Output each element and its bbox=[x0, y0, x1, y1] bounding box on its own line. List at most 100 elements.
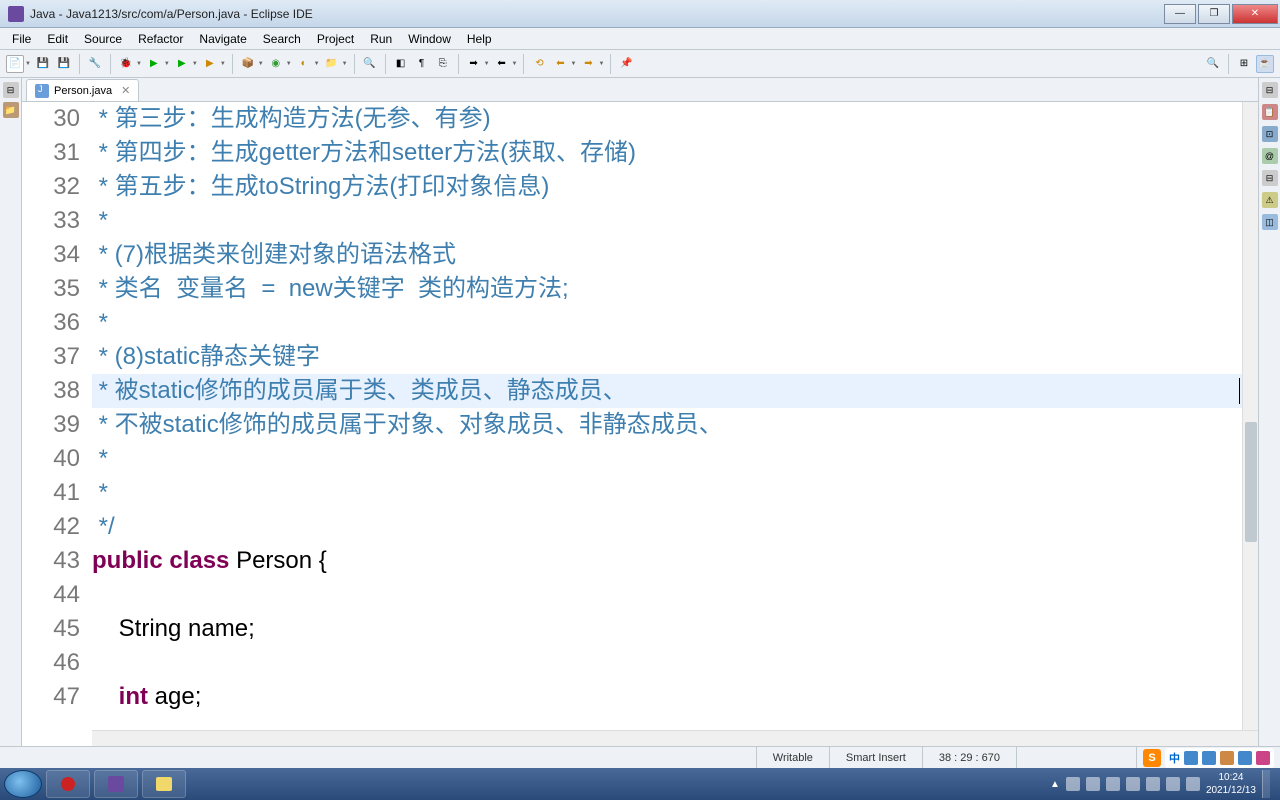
code-line[interactable]: * bbox=[92, 476, 1242, 510]
tray-expand-icon[interactable]: ▲ bbox=[1050, 779, 1060, 790]
code-line[interactable]: * 第五步：生成toString方法(打印对象信息) bbox=[92, 170, 1242, 204]
tray-icon-7[interactable] bbox=[1186, 777, 1200, 791]
code-line[interactable]: * 被static修饰的成员属于类、类成员、静态成员、 bbox=[92, 374, 1242, 408]
code-line[interactable]: public class Person { bbox=[92, 544, 1242, 578]
code-line[interactable]: int age; bbox=[92, 680, 1242, 714]
back-button[interactable]: ⬅ bbox=[551, 55, 569, 73]
code-line[interactable]: * 类名 变量名 = new关键字 类的构造方法; bbox=[92, 272, 1242, 306]
new-class-button[interactable]: ◉ bbox=[267, 55, 285, 73]
ime-punct-icon[interactable] bbox=[1184, 751, 1198, 765]
prev-annotation-button[interactable]: ⬅ bbox=[493, 55, 511, 73]
code-content[interactable]: * 第三步：生成构造方法(无参、有参) * 第四步：生成getter方法和set… bbox=[92, 102, 1242, 730]
menu-window[interactable]: Window bbox=[400, 30, 459, 48]
taskbar-clock[interactable]: 10:24 2021/12/13 bbox=[1206, 771, 1256, 797]
tray-icon-2[interactable] bbox=[1086, 777, 1100, 791]
tray-icon-5[interactable] bbox=[1146, 777, 1160, 791]
open-perspective-button[interactable]: ⊞ bbox=[1235, 55, 1253, 73]
code-line[interactable]: String name; bbox=[92, 612, 1242, 646]
coverage-button[interactable]: ▶ bbox=[173, 55, 191, 73]
tray-icon-6[interactable] bbox=[1166, 777, 1180, 791]
tray-icon-1[interactable] bbox=[1066, 777, 1080, 791]
toggle-mark-button[interactable]: ◧ bbox=[392, 55, 410, 73]
run-button[interactable]: ▶ bbox=[145, 55, 163, 73]
menu-source[interactable]: Source bbox=[76, 30, 130, 48]
save-button[interactable]: 💾 bbox=[34, 55, 52, 73]
code-editor[interactable]: 303132333435363738394041424344454647 * 第… bbox=[22, 102, 1258, 730]
run-last-button[interactable]: ▶ bbox=[201, 55, 219, 73]
ime-lang-label: 中 bbox=[1169, 750, 1180, 766]
new-button[interactable]: 📄 bbox=[6, 55, 24, 73]
tray-icon-4[interactable] bbox=[1126, 777, 1140, 791]
horizontal-scrollbar[interactable] bbox=[92, 730, 1258, 746]
minimize-right-icon[interactable]: ⊟ bbox=[1262, 170, 1278, 186]
ime-keyboard-icon[interactable] bbox=[1220, 751, 1234, 765]
taskbar-eclipse-button[interactable] bbox=[94, 770, 138, 798]
show-desktop-button[interactable] bbox=[1262, 770, 1270, 798]
tab-close-icon[interactable]: ✕ bbox=[121, 84, 130, 97]
menu-edit[interactable]: Edit bbox=[39, 30, 76, 48]
menu-project[interactable]: Project bbox=[309, 30, 362, 48]
code-line[interactable]: * 不被static修饰的成员属于对象、对象成员、非静态成员、 bbox=[92, 408, 1242, 442]
workspace: ⊟ 📁 Person.java ✕ 3031323334353637383940… bbox=[0, 78, 1280, 746]
outline-overview-icon[interactable]: ⊡ bbox=[1262, 126, 1278, 142]
menu-run[interactable]: Run bbox=[362, 30, 400, 48]
status-insert-mode: Smart Insert bbox=[829, 747, 922, 768]
start-button[interactable] bbox=[4, 770, 42, 798]
quick-access-icon[interactable]: 🔍 bbox=[1204, 55, 1222, 73]
windows-taskbar: ▲ 10:24 2021/12/13 bbox=[0, 768, 1280, 800]
ime-mic-icon[interactable] bbox=[1202, 751, 1216, 765]
code-line[interactable] bbox=[92, 578, 1242, 612]
tray-icon-3[interactable] bbox=[1106, 777, 1120, 791]
task-list-icon[interactable]: 📋 bbox=[1262, 104, 1278, 120]
restore-right-icon[interactable]: ⊟ bbox=[1262, 82, 1278, 98]
debug-button[interactable]: 🐞 bbox=[117, 55, 135, 73]
ime-settings-icon[interactable] bbox=[1256, 751, 1270, 765]
forward-button[interactable]: ➡ bbox=[579, 55, 597, 73]
restore-view-icon[interactable]: ⊟ bbox=[3, 82, 19, 98]
close-button[interactable]: ✕ bbox=[1232, 4, 1278, 24]
new-annotation-button[interactable]: ◐ bbox=[295, 55, 313, 73]
toggle-block-button[interactable]: ¶ bbox=[413, 55, 431, 73]
editor-tab[interactable]: Person.java ✕ bbox=[26, 79, 139, 101]
code-line[interactable]: * bbox=[92, 306, 1242, 340]
taskbar-explorer-button[interactable] bbox=[142, 770, 186, 798]
code-line[interactable]: * 第三步：生成构造方法(无参、有参) bbox=[92, 102, 1242, 136]
menu-refactor[interactable]: Refactor bbox=[130, 30, 191, 48]
menu-help[interactable]: Help bbox=[459, 30, 500, 48]
pin-editor-button[interactable]: 📌 bbox=[617, 55, 635, 73]
problems-icon[interactable]: ⚠ bbox=[1262, 192, 1278, 208]
menu-file[interactable]: File bbox=[4, 30, 39, 48]
show-whitespace-button[interactable]: ⎘ bbox=[434, 55, 452, 73]
code-line[interactable]: * bbox=[92, 442, 1242, 476]
open-type-button[interactable]: 🔧 bbox=[86, 55, 104, 73]
minimize-button[interactable]: — bbox=[1164, 4, 1196, 24]
new-package-button[interactable]: 📦 bbox=[239, 55, 257, 73]
ime-skin-icon[interactable] bbox=[1238, 751, 1252, 765]
sogou-ime-icon[interactable]: S bbox=[1143, 749, 1161, 767]
java-perspective-button[interactable]: ☕ bbox=[1256, 55, 1274, 73]
line-number-gutter: 303132333435363738394041424344454647 bbox=[22, 102, 92, 730]
code-line[interactable]: * 第四步：生成getter方法和setter方法(获取、存储) bbox=[92, 136, 1242, 170]
menu-search[interactable]: Search bbox=[255, 30, 309, 48]
clock-time: 10:24 bbox=[1206, 771, 1256, 784]
outline-icon-2[interactable]: @ bbox=[1262, 148, 1278, 164]
code-line[interactable]: * (8)static静态关键字 bbox=[92, 340, 1242, 374]
new-source-folder-button[interactable]: 📁 bbox=[323, 55, 341, 73]
next-annotation-button[interactable]: ➡ bbox=[465, 55, 483, 73]
code-line[interactable]: */ bbox=[92, 510, 1242, 544]
last-edit-button[interactable]: ⟲ bbox=[530, 55, 548, 73]
package-explorer-icon[interactable]: 📁 bbox=[3, 102, 19, 118]
outline-icon[interactable]: ◫ bbox=[1262, 214, 1278, 230]
system-tray: ▲ 10:24 2021/12/13 bbox=[1050, 770, 1276, 798]
code-line[interactable]: * bbox=[92, 204, 1242, 238]
search-button[interactable]: 🔍 bbox=[361, 55, 379, 73]
save-all-button[interactable]: 💾 bbox=[55, 55, 73, 73]
menu-navigate[interactable]: Navigate bbox=[191, 30, 254, 48]
window-titlebar: Java - Java1213/src/com/a/Person.java - … bbox=[0, 0, 1280, 28]
vertical-scrollbar[interactable] bbox=[1242, 102, 1258, 730]
code-line[interactable] bbox=[92, 646, 1242, 680]
maximize-button[interactable]: ❐ bbox=[1198, 4, 1230, 24]
code-line[interactable]: * (7)根据类来创建对象的语法格式 bbox=[92, 238, 1242, 272]
ime-toolbar[interactable]: 中 bbox=[1165, 748, 1274, 768]
taskbar-record-button[interactable] bbox=[46, 770, 90, 798]
